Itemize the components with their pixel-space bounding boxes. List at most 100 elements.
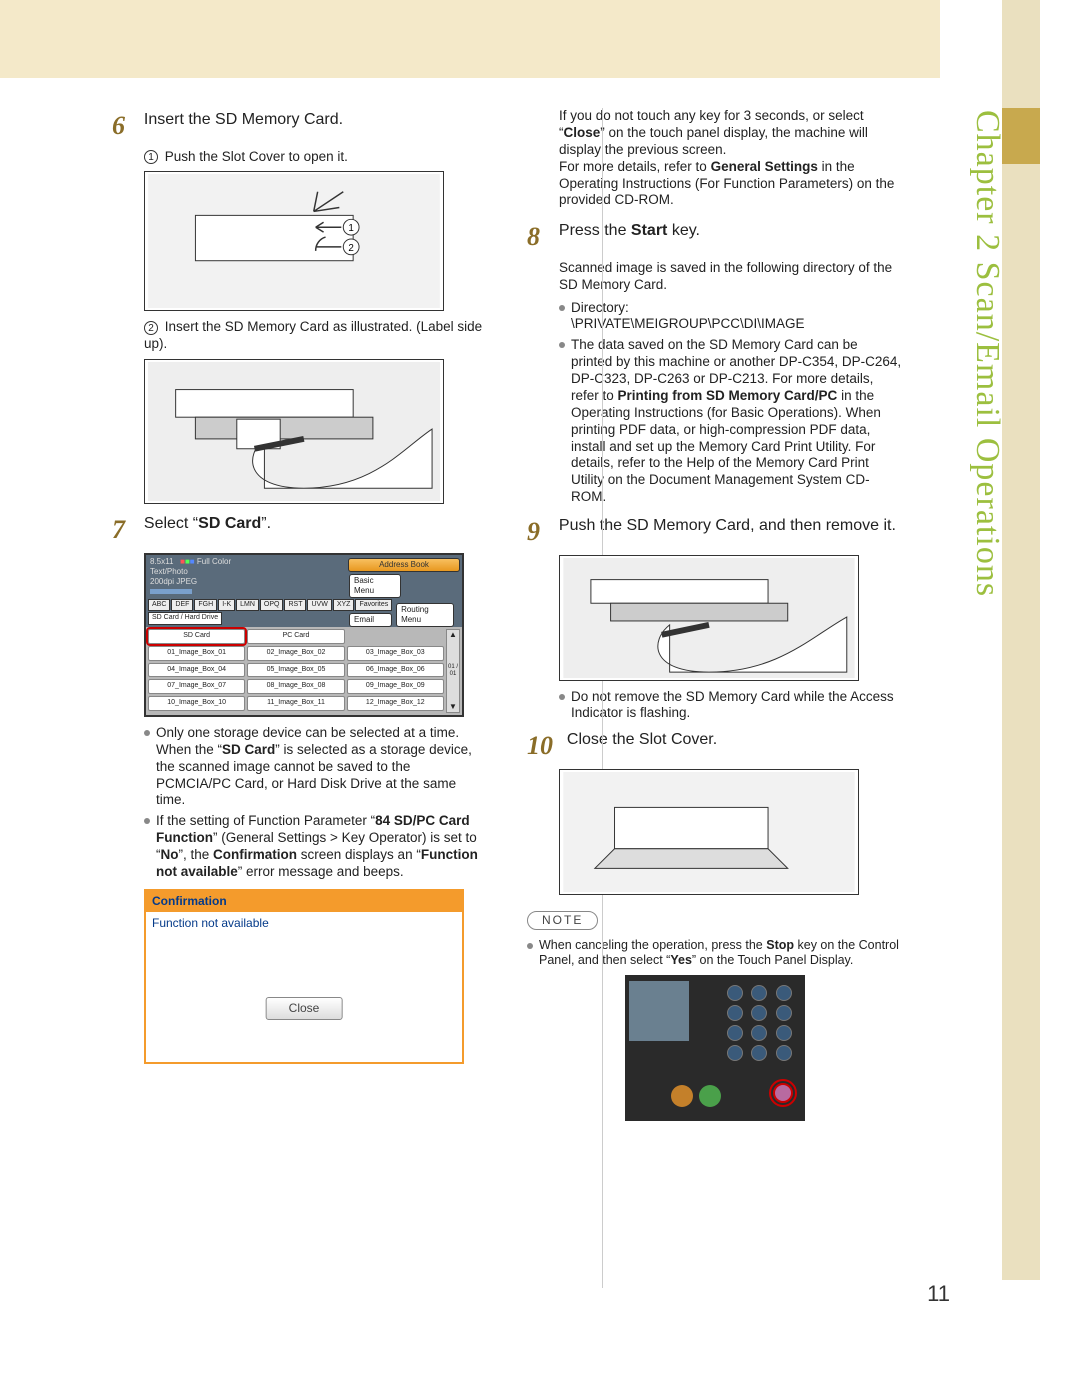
np3: ” on the Touch Panel Display.: [692, 953, 853, 967]
tab-xyz[interactable]: XYZ: [333, 599, 355, 612]
tab-ik[interactable]: I-K: [218, 599, 235, 612]
confirmation-title: Confirmation: [146, 891, 462, 912]
figure-insert-card: [144, 359, 444, 504]
dir-path: \PRIVATE\MEIGROUP\PCC\DI\IMAGE: [571, 316, 902, 333]
close-button[interactable]: Close: [266, 997, 343, 1020]
box-12[interactable]: 12_Image_Box_12: [347, 696, 444, 711]
box-04[interactable]: 04_Image_Box_04: [148, 663, 245, 678]
b2p4: screen displays an “: [297, 847, 421, 862]
dir-label: Directory:: [571, 300, 902, 317]
b2p3: ”, the: [179, 847, 214, 862]
panel-lcd-icon: [629, 981, 689, 1041]
email-button[interactable]: Email: [349, 613, 392, 627]
left-column: 6 Insert the SD Memory Card. 1 Push the …: [112, 108, 487, 1121]
s8p1: Press the: [559, 222, 631, 239]
bullet-icon: [144, 818, 150, 824]
c2b: General Settings: [711, 159, 818, 174]
step8-bullet-print: The data saved on the SD Memory Card can…: [559, 337, 902, 506]
s8b2b: Printing from SD Memory Card/PC: [618, 388, 838, 403]
step-num-7: 7: [112, 514, 140, 547]
bullet-icon: [559, 305, 565, 311]
tab-fgh[interactable]: FGH: [194, 599, 217, 612]
svg-text:1: 1: [348, 224, 353, 235]
t7-pre: Select “: [144, 515, 198, 532]
box-09[interactable]: 09_Image_Box_09: [347, 679, 444, 694]
s9b1: Do not remove the SD Memory Card while t…: [571, 689, 902, 723]
circled-2-icon: 2: [144, 321, 158, 335]
tab-favorites[interactable]: Favorites: [355, 599, 392, 612]
tab-rst[interactable]: RST: [284, 599, 306, 612]
scroll-up-icon[interactable]: ▲: [447, 630, 459, 640]
ts-status-area: 8.5x11 ■■■ Full Color Text/Photo 200dpi …: [146, 555, 346, 597]
step8-bullet-dir: Directory: \PRIVATE\MEIGROUP\PCC\DI\IMAG…: [559, 300, 902, 334]
tab-abc[interactable]: ABC: [148, 599, 170, 612]
ts-color-mode: Full Color: [197, 557, 231, 566]
bullet-icon: [144, 730, 150, 736]
step-9: 9 Push the SD Memory Card, and then remo…: [527, 516, 902, 549]
scroll-count: 01 / 01: [447, 664, 459, 679]
side-tab-bg: [1002, 0, 1040, 1280]
bullet-icon: [559, 694, 565, 700]
nb1: Stop: [766, 938, 794, 952]
chapter-title-vertical: Chapter 2 Scan/Email Operations: [968, 110, 1002, 810]
step-10-title: Close the Slot Cover.: [567, 731, 717, 748]
step-8: 8 Press the Start key.: [527, 221, 902, 254]
numeric-keypad: [727, 985, 797, 1061]
b2p5: ” error message and beeps.: [238, 864, 404, 879]
box-08[interactable]: 08_Image_Box_08: [247, 679, 344, 694]
b2b2: No: [161, 847, 179, 862]
figure-slot-cover-open: 1 2: [144, 171, 444, 311]
circled-1-icon: 1: [144, 150, 158, 164]
step-9-title: Push the SD Memory Card, and then remove…: [559, 517, 896, 534]
box-01[interactable]: 01_Image_Box_01: [148, 646, 245, 661]
routing-menu-button[interactable]: Routing Menu: [396, 603, 454, 627]
step-6: 6 Insert the SD Memory Card.: [112, 110, 487, 143]
box-10[interactable]: 10_Image_Box_10: [148, 696, 245, 711]
b2b3: Confirmation: [213, 847, 297, 862]
step-8-title: Press the Start key.: [559, 222, 700, 239]
sd-card-button[interactable]: SD Card: [148, 629, 245, 644]
np1: When canceling the operation, press the: [539, 938, 766, 952]
tab-sdcard-hdd[interactable]: SD Card / Hard Drive: [148, 612, 222, 625]
tab-def[interactable]: DEF: [171, 599, 193, 612]
step-6-title: Insert the SD Memory Card.: [144, 111, 343, 128]
figure-remove-card: [559, 555, 859, 681]
step-10: 10 Close the Slot Cover.: [527, 730, 902, 763]
box-05[interactable]: 05_Image_Box_05: [247, 663, 344, 678]
box-07[interactable]: 07_Image_Box_07: [148, 679, 245, 694]
s8p2: key.: [667, 222, 700, 239]
box-06[interactable]: 06_Image_Box_06: [347, 663, 444, 678]
step8-sub: Scanned image is saved in the following …: [559, 260, 902, 294]
step-num-9: 9: [527, 516, 555, 549]
pc-card-button[interactable]: PC Card: [247, 629, 344, 644]
step-6-sub2: 2 Insert the SD Memory Card as illustrat…: [144, 319, 487, 353]
c1b: Close: [564, 125, 601, 140]
c2p1: For more details, refer to: [559, 159, 711, 174]
s8b2p2: in the Operating Instructions (for Basic…: [571, 388, 881, 504]
step-6-sub1-text: Push the Slot Cover to open it.: [165, 149, 348, 164]
ts-doc-type: Text/Photo: [150, 567, 188, 576]
t7-b: SD Card: [198, 515, 261, 532]
box-02[interactable]: 02_Image_Box_02: [247, 646, 344, 661]
note-bullet: When canceling the operation, press the …: [527, 938, 902, 969]
tab-opq[interactable]: OPQ: [260, 599, 284, 612]
box-03[interactable]: 03_Image_Box_03: [347, 646, 444, 661]
start-key-icon: [699, 1085, 721, 1107]
t7-post: ”.: [261, 515, 271, 532]
box-11[interactable]: 11_Image_Box_11: [247, 696, 344, 711]
chapter-marker: [1002, 108, 1040, 164]
b2p1: If the setting of Function Parameter “: [156, 813, 375, 828]
control-panel-photo: [625, 975, 805, 1121]
address-book-button[interactable]: Address Book: [348, 558, 460, 572]
figure-close-cover: [559, 769, 859, 895]
scroll-down-icon[interactable]: ▼: [447, 702, 459, 712]
page-content: 6 Insert the SD Memory Card. 1 Push the …: [112, 108, 942, 1121]
right-column: If you do not touch any key for 3 second…: [527, 108, 902, 1121]
tab-lmn[interactable]: LMN: [236, 599, 259, 612]
step-6-sub2-text: Insert the SD Memory Card as illustrated…: [144, 319, 482, 351]
b1b: SD Card: [222, 742, 275, 757]
tab-uvw[interactable]: UVW: [307, 599, 331, 612]
step-7-title: Select “SD Card”.: [144, 515, 271, 532]
scrollbar[interactable]: ▲ 01 / 01 ▼: [446, 629, 460, 713]
basic-menu-button[interactable]: Basic Menu: [349, 574, 401, 598]
